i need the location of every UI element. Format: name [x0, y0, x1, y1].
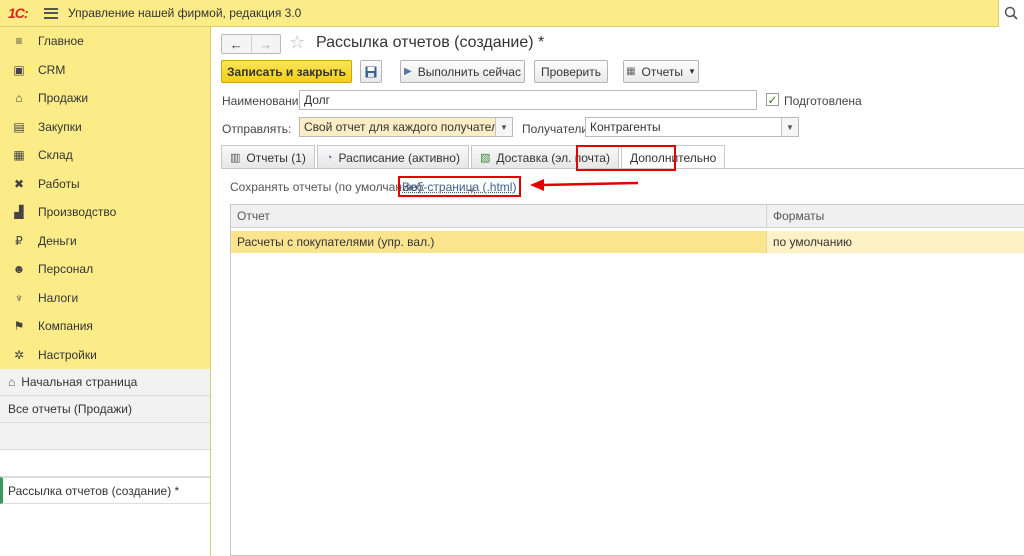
tab-reports[interactable]: ▥ Отчеты (1) [221, 145, 315, 169]
sidebar-item-production[interactable]: ▟ Производство [0, 198, 210, 227]
report-icon: ▦ [626, 66, 636, 77]
sidebar-item-main[interactable]: ≡ Главное [0, 27, 210, 56]
table-row[interactable]: Расчеты с покупателями (упр. вал.) по ум… [231, 231, 1024, 253]
highlight-box-tab [576, 145, 676, 171]
reports-table: Отчет Форматы Расчеты с покупателями (уп… [230, 204, 1024, 556]
table-header: Отчет Форматы [231, 205, 1024, 228]
hamburger-menu-icon[interactable] [44, 7, 58, 19]
run-now-label: Выполнить сейчас [417, 64, 521, 79]
back-arrow-icon[interactable]: ← [222, 35, 251, 53]
clock-icon: ◔ [325, 151, 333, 164]
reports-menu-button[interactable]: ▦ Отчеты ▼ [623, 60, 699, 83]
send-label: Отправлять: [222, 122, 292, 136]
search-icon[interactable] [998, 0, 1024, 27]
run-icon: ▶ [404, 66, 412, 77]
favorite-star-icon[interactable]: ☆ [289, 32, 305, 53]
column-header-report[interactable]: Отчет [231, 205, 767, 227]
sidebar-item-works[interactable]: ✖ Работы [0, 170, 210, 199]
gear-icon: ✲ [13, 347, 25, 362]
sidebar: ≡ Главное ▣ CRM ⌂ Продажи ▤ Закупки ▦ Склад ✖… [0, 27, 211, 556]
name-label: Наименование: [222, 94, 309, 108]
sidebar-item-staff[interactable]: ☻ Персонал [0, 255, 210, 284]
forward-arrow-icon[interactable]: → [250, 35, 281, 53]
factory-icon: ▟ [14, 205, 24, 220]
open-windows-list: ⌂ Начальная страница Все отчеты (Продажи)… [0, 369, 210, 556]
annotation-arrow-icon [530, 179, 639, 191]
open-window-label: Рассылка отчетов (создание) * [8, 483, 180, 498]
column-header-formats[interactable]: Форматы [767, 205, 824, 227]
list-icon: ≡ [15, 34, 23, 49]
sidebar-item-label: Деньги [38, 233, 77, 248]
home-icon: ⌂ [8, 375, 16, 389]
recipients-select[interactable]: Контрагенты ▼ [585, 117, 799, 137]
sidebar-item-label: Персонал [38, 262, 94, 277]
sidebar-item-label: Налоги [38, 290, 79, 305]
app-title: Управление нашей фирмой, редакция 3.0 [68, 6, 302, 20]
check-button[interactable]: Проверить [534, 60, 608, 83]
sidebar-item-label: Настройки [38, 347, 97, 362]
sidebar-item-label: Продажи [38, 91, 89, 106]
sidebar-item-money[interactable]: ₽ Деньги [0, 227, 210, 256]
shop-icon: ⌂ [15, 91, 23, 106]
sidebar-item-label: Работы [38, 176, 80, 191]
history-nav: ← → [221, 34, 281, 54]
sidebar-item-label: Производство [38, 205, 117, 220]
chevron-down-icon[interactable]: ▼ [781, 118, 798, 136]
main-content: ← → ☆ Рассылка отчетов (создание) * Запи… [212, 27, 1024, 556]
sidebar-item-label: Главное [38, 34, 84, 49]
people-icon: ☻ [12, 262, 26, 277]
warehouse-icon: ▦ [13, 148, 25, 163]
recipients-label: Получатели: [522, 122, 592, 136]
cell-formats[interactable]: по умолчанию [767, 231, 1024, 253]
page-title: Рассылка отчетов (создание) * [316, 34, 545, 51]
cell-report[interactable]: Расчеты с покупателями (упр. вал.) [231, 231, 767, 253]
flag-icon: ⚑ [13, 319, 25, 334]
open-window-gap [0, 450, 210, 477]
open-window-home[interactable]: ⌂ Начальная страница [0, 369, 210, 396]
reports-label: Отчеты [641, 64, 683, 79]
save-format-label: Сохранять отчеты (по умолчанию): [230, 180, 425, 194]
open-window-label: Начальная страница [21, 375, 138, 389]
sidebar-item-label: Компания [38, 319, 93, 334]
sidebar-item-purchases[interactable]: ▤ Закупки [0, 113, 210, 142]
open-window-mailing[interactable]: Рассылка отчетов (создание) * [0, 477, 210, 504]
sidebar-item-warehouse[interactable]: ▦ Склад [0, 141, 210, 170]
sidebar-item-label: Закупки [38, 119, 82, 134]
sidebar-item-crm[interactable]: ▣ CRM [0, 56, 210, 85]
cart-icon: ▤ [13, 119, 25, 134]
sidebar-item-label: Склад [38, 148, 73, 163]
tab-schedule[interactable]: ◔ Расписание (активно) [316, 145, 469, 169]
ruble-icon: ₽ [15, 233, 23, 248]
prepared-label: Подготовлена [784, 94, 862, 108]
report-icon: ▥ [230, 152, 241, 164]
tools-icon: ✖ [13, 176, 25, 191]
send-mode-value: Свой отчет для каждого получателя [304, 120, 505, 134]
highlight-box-link [398, 176, 521, 197]
app-logo: 1С: [8, 5, 29, 21]
recipients-value: Контрагенты [590, 120, 661, 134]
open-window-empty [0, 423, 210, 450]
title-bar: 1С: Управление нашей фирмой, редакция 3.… [0, 0, 1024, 27]
contact-card-icon: ▣ [13, 62, 25, 77]
sidebar-item-label: CRM [38, 62, 66, 77]
save-close-button[interactable]: Записать и закрыть [221, 60, 352, 83]
run-now-button[interactable]: ▶ Выполнить сейчас [400, 60, 525, 83]
save-icon[interactable] [360, 60, 382, 83]
prepared-checkbox[interactable]: ✓ [766, 93, 779, 106]
sidebar-item-settings[interactable]: ✲ Настройки [0, 341, 210, 370]
sidebar-item-company[interactable]: ⚑ Компания [0, 312, 210, 341]
open-window-label: Все отчеты (Продажи) [8, 402, 133, 416]
send-mode-select[interactable]: Свой отчет для каждого получателя ▼ [299, 117, 513, 137]
name-field[interactable]: Долг [299, 90, 757, 110]
chevron-down-icon[interactable]: ▼ [495, 118, 512, 136]
sidebar-item-taxes[interactable]: ♆ Налоги [0, 284, 210, 313]
delivery-icon: ▧ [479, 152, 491, 164]
chevron-down-icon: ▼ [688, 67, 696, 76]
open-window-all-reports[interactable]: Все отчеты (Продажи) [0, 396, 210, 423]
emblem-icon: ♆ [14, 290, 24, 305]
sidebar-item-sales[interactable]: ⌂ Продажи [0, 84, 210, 113]
